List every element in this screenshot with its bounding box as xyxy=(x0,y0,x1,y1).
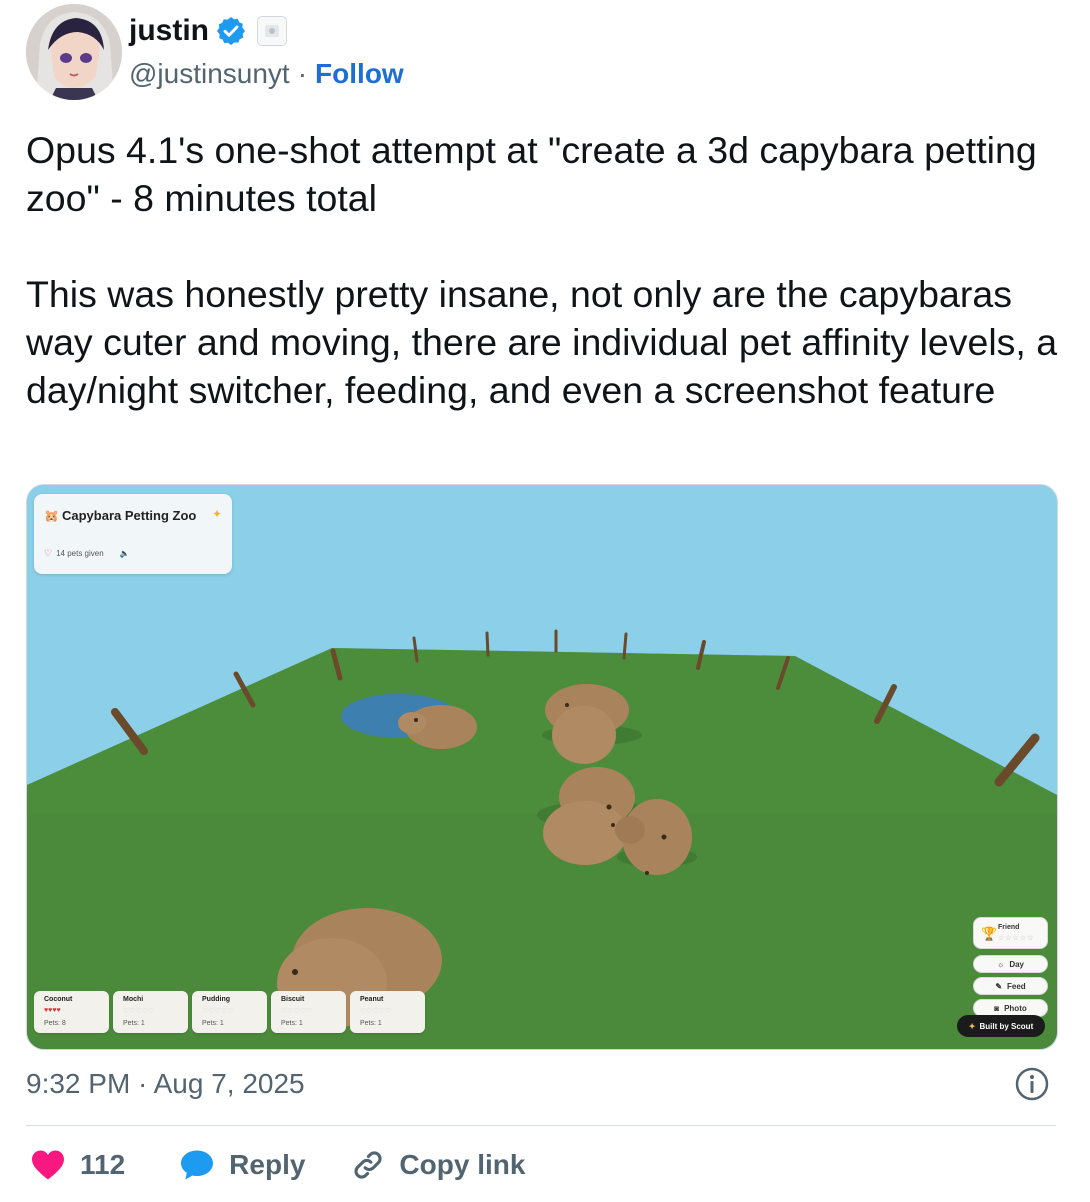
capybara-name: Peanut xyxy=(360,996,384,1003)
pencil-icon: ✎ xyxy=(995,981,1003,991)
author-name[interactable]: justin xyxy=(129,14,209,48)
copy-link-label: Copy link xyxy=(399,1149,526,1180)
capybara-card-coconut[interactable]: Coconut ♥♥♥♥ Pets: 8 xyxy=(34,991,109,1033)
feed-label: Feed xyxy=(1007,981,1026,991)
affiliation-badge-icon[interactable] xyxy=(257,16,287,46)
info-icon[interactable] xyxy=(1014,1066,1050,1102)
copy-link-button[interactable]: Copy link xyxy=(351,1148,525,1182)
tweet-paragraph: Opus 4.1's one-shot attempt at "create a… xyxy=(26,129,1037,219)
tweet-media-screenshot[interactable]: 🐹 Capybara Petting Zoo ✦ ♡ 14 pets given… xyxy=(26,484,1058,1050)
tweet-actions: 112 Reply Copy link xyxy=(30,1148,525,1182)
affinity-hearts: ♡♡♡♡♡ xyxy=(123,1008,155,1015)
heart-icon xyxy=(32,1150,64,1180)
affinity-hearts: ♡♡♡♡♡ xyxy=(360,1008,392,1015)
follow-button[interactable]: Follow xyxy=(315,58,404,90)
day-night-toggle-button[interactable]: ☼ Day xyxy=(973,955,1048,973)
like-button[interactable]: 112 xyxy=(30,1149,125,1181)
heart-icon: ♡ xyxy=(44,548,53,558)
capybara-icon: 🐹 xyxy=(44,509,59,523)
camera-icon: ◙ xyxy=(994,1003,1000,1013)
affinity-hearts: ♡♡♡♡♡ xyxy=(281,1008,313,1015)
pet-count: Pets: 1 xyxy=(281,1020,303,1027)
capybara-card-biscuit[interactable]: Biscuit ♡♡♡♡♡ Pets: 1 xyxy=(271,991,346,1033)
like-count: 112 xyxy=(80,1149,126,1180)
sparkle-icon: ✦ xyxy=(968,1021,976,1031)
affinity-hearts: ♥♥♥♥ xyxy=(44,1007,61,1014)
capybara-name: Pudding xyxy=(202,996,230,1003)
pet-count: Pets: 8 xyxy=(44,1020,66,1027)
day-label: Day xyxy=(1009,959,1025,969)
pet-count: Pets: 1 xyxy=(123,1020,145,1027)
tweet-timestamp[interactable]: 9:32 PM · Aug 7, 2025 xyxy=(26,1068,305,1100)
zoo-info-panel: 🐹 Capybara Petting Zoo ✦ ♡ 14 pets given… xyxy=(34,494,232,574)
capybara-name: Mochi xyxy=(123,996,144,1003)
photo-label: Photo xyxy=(1004,1003,1027,1013)
divider xyxy=(26,1125,1056,1126)
verified-badge-icon xyxy=(217,17,245,45)
app-title: Capybara Petting Zoo xyxy=(62,508,197,523)
pet-count: Pets: 1 xyxy=(360,1020,382,1027)
affinity-stars: ☆☆☆☆☆ xyxy=(998,935,1035,942)
author-avatar[interactable] xyxy=(26,4,122,100)
affiliation-logo-icon xyxy=(265,25,279,37)
author-handle[interactable]: @justinsunyt xyxy=(129,58,290,90)
reply-bubble-icon xyxy=(181,1150,214,1180)
sparkle-icon: ✦ xyxy=(212,507,223,521)
built-by-label: Built by Scout xyxy=(979,1021,1034,1031)
tweet-text: Opus 4.1's one-shot attempt at "create a… xyxy=(26,126,1066,414)
affinity-level-label: Friend xyxy=(998,924,1020,931)
capybara-card-peanut[interactable]: Peanut ♡♡♡♡♡ Pets: 1 xyxy=(350,991,425,1033)
capybara-name: Biscuit xyxy=(281,996,305,1003)
reply-label: Reply xyxy=(229,1149,306,1180)
pet-count: Pets: 1 xyxy=(202,1020,224,1027)
affinity-level-panel: 🏆 Friend ☆☆☆☆☆ xyxy=(973,917,1048,949)
capybara-card-pudding[interactable]: Pudding ♡♡♡♡♡ Pets: 1 xyxy=(192,991,267,1033)
sound-icon[interactable]: 🔈 xyxy=(120,549,130,558)
affinity-hearts: ♡♡♡♡♡ xyxy=(202,1008,234,1015)
avatar-illustration xyxy=(26,4,122,100)
capybara-name: Coconut xyxy=(44,996,73,1003)
capybara-card-mochi[interactable]: Mochi ♡♡♡♡♡ Pets: 1 xyxy=(113,991,188,1033)
feed-button[interactable]: ✎ Feed xyxy=(973,977,1048,995)
trophy-icon: 🏆 xyxy=(981,926,998,941)
built-by-scout-badge[interactable]: ✦ Built by Scout xyxy=(957,1015,1045,1037)
pets-given-count: 14 pets given xyxy=(56,549,104,558)
tweet-paragraph: This was honestly pretty insane, not onl… xyxy=(26,273,1058,411)
reply-button[interactable]: Reply xyxy=(179,1149,305,1181)
sun-icon: ☼ xyxy=(996,959,1005,969)
handle-separator: · xyxy=(297,58,308,89)
link-icon xyxy=(354,1151,382,1179)
